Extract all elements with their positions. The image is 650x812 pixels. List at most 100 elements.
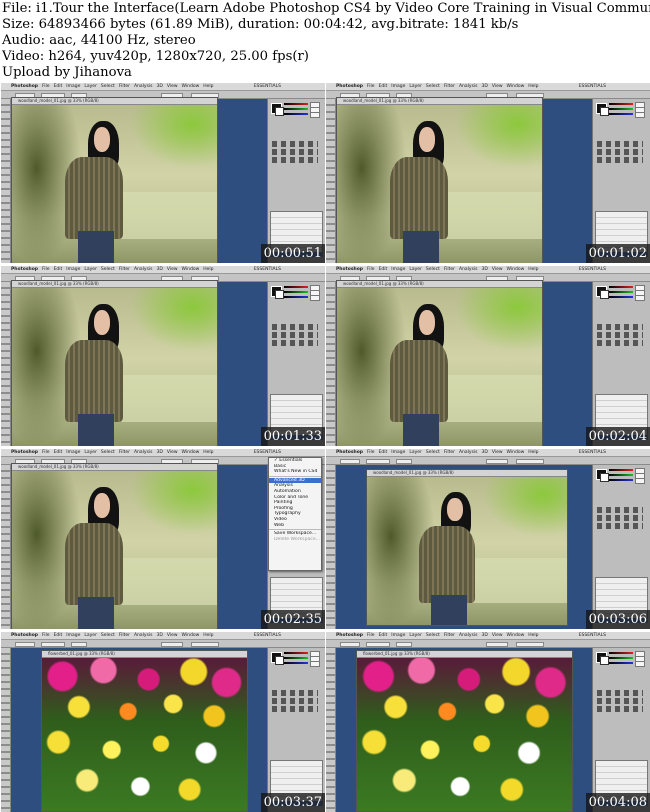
menu-item[interactable]: Image (66, 633, 80, 638)
menu-item[interactable]: File (42, 267, 50, 272)
video-thumbnail[interactable]: Photoshop File Edit Image Layer Select Filter A… (326, 83, 650, 263)
adjustment-icons[interactable] (272, 690, 318, 696)
video-thumbnail[interactable]: Photoshop File Edit Image Layer Select Filter A… (1, 449, 325, 629)
tools-panel[interactable] (1, 648, 11, 812)
menu-item[interactable]: Layer (409, 84, 422, 89)
color-slider[interactable] (609, 474, 633, 476)
menu-item[interactable]: Select (101, 633, 115, 638)
option-field[interactable] (516, 642, 544, 647)
color-slider[interactable] (609, 479, 633, 481)
option-field[interactable] (396, 459, 412, 464)
color-slider[interactable] (609, 113, 633, 115)
adjustment-icons[interactable] (272, 706, 318, 712)
document-tab-title[interactable]: woodland_model_01.jpg @ 33% (RGB/8) (12, 98, 217, 105)
color-slider[interactable] (284, 291, 308, 293)
color-slider[interactable] (609, 286, 633, 288)
background-color-swatch[interactable] (600, 107, 609, 116)
menu-item[interactable]: Help (203, 450, 213, 455)
menu-item[interactable]: File (367, 450, 375, 455)
workspace-switcher[interactable]: ESSENTIALS (579, 449, 606, 456)
menu-item[interactable]: Help (203, 633, 213, 638)
menu-item[interactable]: Filter (119, 84, 130, 89)
color-value-box[interactable] (635, 295, 645, 301)
menu-item[interactable]: Filter (444, 267, 455, 272)
color-slider[interactable] (284, 108, 308, 110)
menu-item[interactable]: 3D (157, 84, 163, 89)
menu-item[interactable]: Analysis (134, 84, 153, 89)
menu-item[interactable]: Edit (379, 84, 388, 89)
menu-item[interactable]: Help (528, 633, 538, 638)
workspace-menu-item[interactable]: What's New in CS4 (269, 469, 321, 475)
background-color-swatch[interactable] (275, 107, 284, 116)
adjustment-icons[interactable] (597, 523, 643, 529)
menu-item[interactable]: Edit (379, 450, 388, 455)
option-field[interactable] (15, 642, 35, 647)
video-thumbnail[interactable]: Photoshop File Edit Image Layer Select Filter A… (326, 632, 650, 812)
option-field[interactable] (41, 642, 65, 647)
document-tab-title[interactable]: woodland_model_01.jpg @ 33% (RGB/8) (367, 470, 567, 477)
menu-item[interactable]: Image (66, 450, 80, 455)
color-slider[interactable] (609, 296, 633, 298)
color-value-box[interactable] (310, 295, 320, 301)
menu-item[interactable]: Analysis (459, 450, 478, 455)
color-value-box[interactable] (635, 478, 645, 484)
adjustment-icons[interactable] (597, 515, 643, 521)
adjustment-icons[interactable] (597, 340, 643, 346)
document-window[interactable]: flowerbed_01.jpg @ 33% (RGB/8) (356, 650, 573, 812)
option-field[interactable] (191, 642, 219, 647)
menu-item[interactable]: Edit (54, 84, 63, 89)
option-field[interactable] (366, 642, 390, 647)
document-tab-title[interactable]: flowerbed_01.jpg @ 33% (RGB/8) (42, 651, 247, 658)
menu-item[interactable]: File (42, 633, 50, 638)
panels-dock[interactable] (592, 282, 650, 446)
color-slider[interactable] (609, 469, 633, 471)
workspace-switcher[interactable]: ESSENTIALS (254, 83, 281, 90)
menu-item[interactable]: Select (426, 450, 440, 455)
adjustment-icons[interactable] (272, 332, 318, 338)
option-field[interactable] (161, 642, 183, 647)
tools-panel[interactable] (1, 282, 11, 446)
panels-dock[interactable] (267, 99, 325, 263)
menu-item[interactable]: View (492, 267, 503, 272)
background-color-swatch[interactable] (600, 656, 609, 665)
panels-dock[interactable] (592, 648, 650, 812)
adjustment-icons[interactable] (272, 157, 318, 163)
adjustment-icons[interactable] (597, 706, 643, 712)
document-window[interactable]: woodland_model_01.jpg @ 33% (RGB/8) (11, 97, 218, 263)
adjustment-icons[interactable] (272, 340, 318, 346)
panels-dock[interactable] (592, 99, 650, 263)
color-value-box[interactable] (635, 112, 645, 118)
workspace-switcher[interactable]: ESSENTIALS (579, 83, 606, 90)
tools-panel[interactable] (1, 465, 11, 629)
menu-item[interactable]: Window (507, 450, 525, 455)
menu-item[interactable]: Select (101, 450, 115, 455)
menu-item[interactable]: Analysis (134, 450, 153, 455)
menu-item[interactable]: 3D (157, 450, 163, 455)
color-slider[interactable] (284, 286, 308, 288)
menu-item[interactable]: Layer (409, 450, 422, 455)
menu-item[interactable]: 3D (157, 633, 163, 638)
menu-item[interactable]: Layer (84, 450, 97, 455)
background-color-swatch[interactable] (275, 656, 284, 665)
adjustment-icons[interactable] (272, 141, 318, 147)
menu-item[interactable]: 3D (157, 267, 163, 272)
tools-panel[interactable] (326, 99, 336, 263)
menu-item[interactable]: Analysis (459, 633, 478, 638)
menu-item[interactable]: Analysis (134, 633, 153, 638)
menu-item[interactable]: Filter (119, 633, 130, 638)
document-tab-title[interactable]: flowerbed_01.jpg @ 33% (RGB/8) (357, 651, 572, 658)
menu-item[interactable]: View (167, 267, 178, 272)
document-window[interactable]: woodland_model_01.jpg @ 33% (RGB/8) (336, 280, 543, 446)
menu-item[interactable]: Window (182, 84, 200, 89)
menu-item[interactable]: Select (101, 267, 115, 272)
menu-item[interactable]: Select (426, 84, 440, 89)
menu-item[interactable]: View (167, 633, 178, 638)
tools-panel[interactable] (326, 282, 336, 446)
option-field[interactable] (340, 459, 360, 464)
menu-item[interactable]: Help (528, 450, 538, 455)
color-slider[interactable] (609, 652, 633, 654)
menu-item[interactable]: Filter (119, 267, 130, 272)
menu-item[interactable]: Filter (119, 450, 130, 455)
menu-item[interactable]: Help (528, 84, 538, 89)
option-field[interactable] (340, 642, 360, 647)
